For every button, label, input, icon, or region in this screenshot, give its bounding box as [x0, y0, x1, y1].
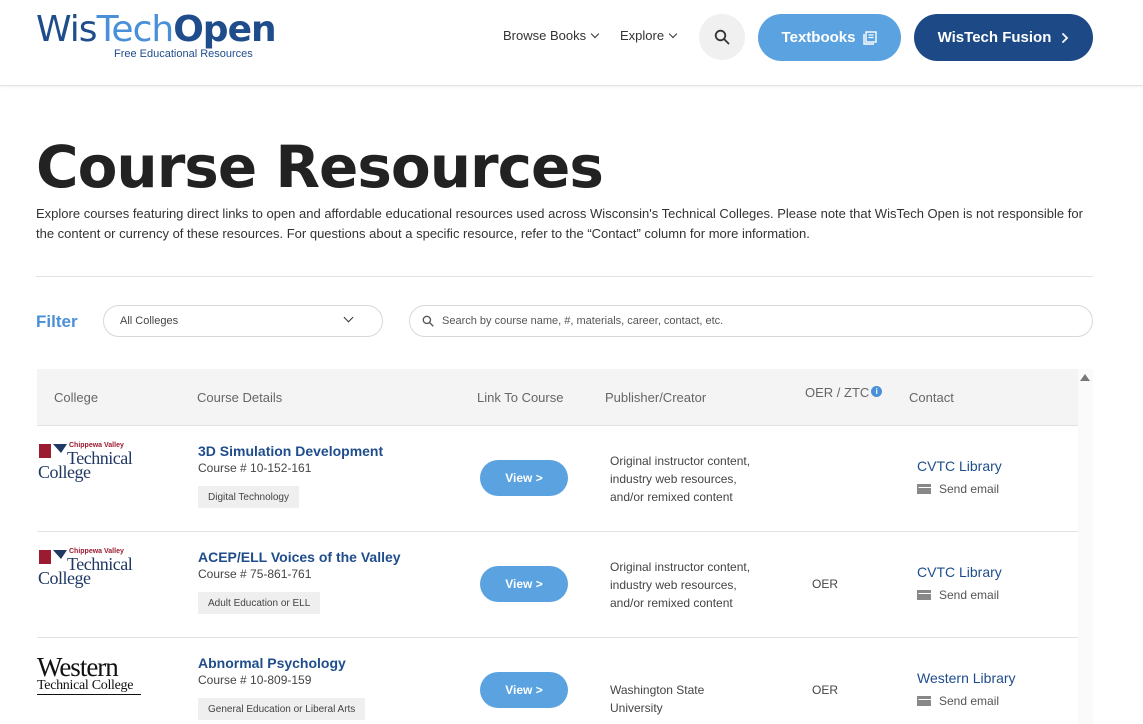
wistech-fusion-button[interactable]: WisTech Fusion — [914, 14, 1093, 61]
search-icon — [422, 315, 434, 327]
view-course-button[interactable]: View > — [480, 460, 568, 496]
course-name-link[interactable]: Abnormal Psychology — [198, 655, 346, 671]
search-button[interactable] — [699, 14, 745, 60]
course-category-tag: Digital Technology — [198, 486, 299, 508]
scroll-up-arrow-icon[interactable] — [1080, 374, 1090, 381]
send-email-label: Send email — [939, 482, 1000, 496]
publisher-text: Washington State University — [610, 683, 705, 715]
table-row: Chippewa Valley Technical College 3D Sim… — [37, 426, 1078, 532]
publisher-text: Original instructor content, industry we… — [610, 454, 751, 504]
mail-icon — [917, 696, 932, 706]
contact-link[interactable]: CVTC Library — [917, 564, 1002, 580]
send-email-label: Send email — [939, 588, 1000, 602]
wistech-fusion-label: WisTech Fusion — [937, 29, 1052, 46]
course-number: Course # 10-152-161 — [198, 461, 312, 475]
column-header-college[interactable]: College — [54, 390, 98, 405]
chevron-down-icon — [590, 29, 600, 39]
chevron-right-icon — [1062, 32, 1069, 43]
college-logo-western: Western Technical College — [37, 652, 147, 695]
book-icon — [863, 30, 878, 45]
college-logo-cvtc: Chippewa Valley Technical College — [38, 442, 133, 482]
column-header-publisher[interactable]: Publisher/Creator — [605, 390, 706, 405]
cvtc-mark-icon — [39, 444, 67, 458]
column-header-oer[interactable]: OER / ZTC i — [805, 385, 883, 400]
oer-header-label: OER / ZTC — [805, 385, 870, 400]
course-name-link[interactable]: 3D Simulation Development — [198, 443, 383, 459]
send-email-label: Send email — [939, 694, 1000, 708]
nav-browse-books-label: Browse Books — [503, 28, 587, 43]
contact-link[interactable]: Western Library — [917, 670, 1016, 686]
column-header-link[interactable]: Link To Course — [477, 390, 563, 405]
table-row: Western Technical College Abnormal Psych… — [37, 638, 1078, 724]
divider — [36, 276, 1093, 277]
view-course-button[interactable]: View > — [480, 566, 568, 602]
mail-icon — [917, 590, 932, 600]
course-category-tag: General Education or Liberal Arts — [198, 698, 366, 720]
chevron-down-icon — [668, 29, 678, 39]
oer-value: OER — [812, 683, 839, 697]
view-course-button[interactable]: View > — [480, 672, 568, 708]
course-search-input[interactable]: Search by course name, #, materials, car… — [409, 305, 1093, 337]
search-icon — [714, 29, 730, 45]
page-title: Course Resources — [36, 133, 604, 201]
table-header: College Course Details Link To Course Pu… — [37, 369, 1078, 426]
chevron-down-icon — [343, 312, 354, 323]
column-header-course-details[interactable]: Course Details — [197, 390, 282, 405]
course-name-link[interactable]: ACEP/ELL Voices of the Valley — [198, 549, 401, 565]
college-filter-value: All Colleges — [120, 315, 179, 327]
search-placeholder: Search by course name, #, materials, car… — [442, 315, 724, 327]
send-email-link[interactable]: Send email — [917, 694, 999, 708]
course-category-tag: Adult Education or ELL — [198, 592, 321, 614]
nav-explore-label: Explore — [620, 28, 665, 43]
nav-browse-books[interactable]: Browse Books — [503, 28, 600, 43]
send-email-link[interactable]: Send email — [917, 482, 999, 496]
mail-icon — [917, 484, 932, 494]
nav-explore[interactable]: Explore — [620, 28, 678, 43]
table-row: Chippewa Valley Technical College ACEP/E… — [37, 532, 1078, 638]
info-icon[interactable]: i — [871, 386, 883, 397]
cvtc-mark-icon — [39, 550, 67, 564]
course-number: Course # 10-809-159 — [198, 673, 312, 687]
column-header-contact[interactable]: Contact — [909, 390, 954, 405]
send-email-link[interactable]: Send email — [917, 588, 999, 602]
page-intro: Explore courses featuring direct links t… — [36, 206, 1083, 241]
college-logo-cvtc: Chippewa Valley Technical College — [38, 548, 133, 588]
contact-link[interactable]: CVTC Library — [917, 458, 1002, 474]
oer-value: OER — [812, 577, 839, 591]
course-number: Course # 75-861-761 — [198, 567, 312, 581]
textbooks-button[interactable]: Textbooks — [758, 14, 901, 61]
logo-tagline: Free Educational Resources — [114, 48, 253, 60]
filter-label: Filter — [36, 312, 78, 331]
site-header: WisTechOpen Free Educational Resources B… — [0, 0, 1143, 86]
college-filter-select[interactable]: All Colleges — [103, 305, 383, 337]
wistech-open-logo[interactable]: WisTechOpen Free Educational Resources — [36, 10, 277, 64]
publisher-text: Original instructor content, industry we… — [610, 560, 751, 610]
logo-wordmark: WisTechOpen — [36, 9, 277, 50]
table-scrollbar[interactable] — [1078, 369, 1093, 724]
textbooks-label: Textbooks — [781, 29, 856, 46]
